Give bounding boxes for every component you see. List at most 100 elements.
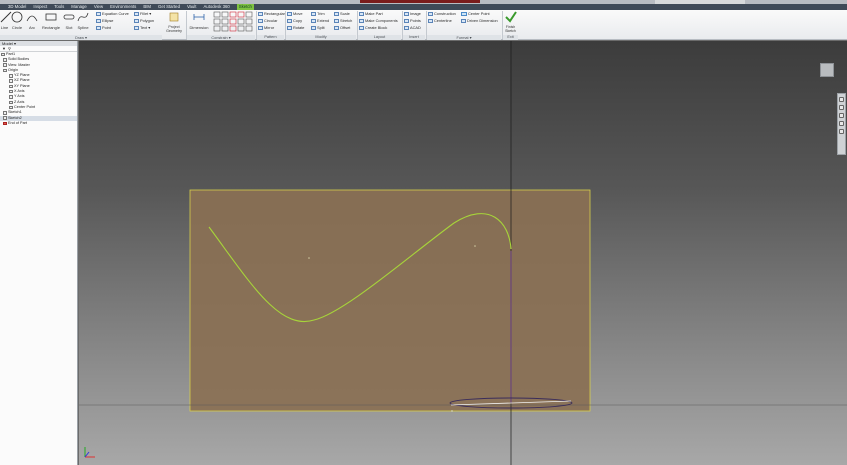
zoom-icon[interactable] [839, 113, 844, 118]
copy-button[interactable]: Copy [287, 18, 302, 23]
scale-button[interactable]: Scale [334, 11, 350, 16]
line-button[interactable]: Line [0, 11, 12, 30]
points-label: Points [410, 18, 421, 23]
filter-icon[interactable]: ▼ [2, 46, 6, 51]
driven-dimension-icon [461, 18, 466, 23]
finish-sketch-button[interactable]: Finish Sketch [503, 11, 518, 33]
axis-icon [9, 89, 13, 94]
acad-label: ACAD [410, 25, 421, 30]
project-geometry-button[interactable]: Project Geometry [163, 11, 185, 33]
driven-dimension-label: Driven Dimension [467, 18, 498, 23]
extend-button[interactable]: Extend [311, 18, 329, 23]
pattern-group: Rectangular Circular Mirror Pattern [257, 10, 285, 40]
construction-icon [428, 11, 433, 16]
stretch-button[interactable]: Stretch [334, 18, 352, 23]
view-icon [3, 63, 7, 67]
look-at-icon[interactable] [839, 129, 844, 134]
scale-label: Scale [340, 11, 350, 16]
plane-icon [9, 84, 13, 89]
polygon-button[interactable]: Polygon [134, 18, 154, 23]
centerline-button[interactable]: Centerline [428, 18, 452, 23]
center-point-button[interactable]: Center Point [461, 11, 490, 16]
extend-label: Extend [317, 18, 330, 23]
create-block-icon [359, 25, 364, 30]
text-button[interactable]: Text ▾ [134, 25, 150, 30]
folder-icon [3, 68, 7, 73]
copy-icon [287, 18, 292, 23]
move-button[interactable]: Move [287, 11, 303, 16]
arc-button[interactable]: Arc [25, 11, 39, 30]
acad-button[interactable]: ACAD [404, 25, 421, 30]
points-icon [404, 18, 409, 23]
circular-pattern-label: Circular [264, 18, 278, 23]
insert-group-label: Insert [403, 35, 425, 40]
make-part-button[interactable]: Make Part [359, 11, 383, 16]
axis-icon [9, 100, 13, 105]
split-label: Split [317, 25, 325, 30]
create-block-button[interactable]: Create Block [359, 25, 387, 30]
equation-curve-button[interactable]: Equation Curve [96, 11, 129, 16]
equation-curve-icon [96, 11, 101, 16]
axis-icon [9, 95, 13, 99]
model-browser: Model ▾ ▼ ⚲ Part1 Solid Bodies View: Mas… [0, 41, 78, 465]
plane-icon [9, 79, 13, 83]
origin-marker: x [451, 408, 453, 413]
ellipse-button[interactable]: Ellipse [96, 18, 113, 23]
trim-button[interactable]: Trim [311, 11, 325, 16]
viewcube-icon[interactable] [820, 63, 834, 77]
steering-wheel-icon[interactable] [839, 97, 844, 102]
rotate-label: Rotate [293, 25, 305, 30]
rectangle-label: Rectangle [41, 25, 60, 30]
make-components-button[interactable]: Make Components [359, 18, 398, 23]
circle-label: Circle [11, 25, 23, 30]
text-icon [134, 25, 139, 30]
slot-icon [63, 14, 75, 20]
text-label: Text ▾ [140, 25, 151, 30]
tree-item-end-of-part[interactable]: End of Part [0, 121, 77, 126]
make-components-icon [359, 18, 364, 23]
circular-pattern-button[interactable]: Circular [258, 18, 277, 23]
orbit-icon[interactable] [839, 121, 844, 126]
graphics-viewport[interactable]: x [79, 41, 847, 465]
dimension-button[interactable]: Dimension [187, 11, 211, 30]
modify-group: Move Trim Scale Copy Extend Stretch Rota… [286, 10, 356, 40]
sketch-plane [189, 189, 591, 412]
rotate-button[interactable]: Rotate [287, 25, 304, 30]
project-geometry-icon [169, 12, 179, 22]
find-icon[interactable]: ⚲ [8, 46, 11, 51]
rectangle-icon [45, 13, 57, 21]
sketch-canvas[interactable]: x [79, 41, 847, 465]
arc-icon [26, 15, 38, 22]
slot-button[interactable]: Slot [63, 11, 75, 30]
trim-label: Trim [317, 11, 325, 16]
centerline-icon [428, 18, 433, 23]
rectangle-button[interactable]: Rectangle [40, 11, 62, 30]
spline-icon [77, 12, 89, 22]
fillet-button[interactable]: Fillet ▾ [134, 11, 151, 16]
spline-label: Spline [77, 25, 89, 30]
construction-label: Construction [434, 11, 456, 16]
mirror-button[interactable]: Mirror [258, 25, 274, 30]
points-button[interactable]: Points [404, 18, 421, 23]
constraint-icons-grid[interactable] [213, 11, 253, 33]
point-button[interactable]: Point [96, 25, 111, 30]
polygon-label: Polygon [140, 18, 155, 23]
scale-icon [334, 11, 339, 16]
rectangular-pattern-icon [258, 11, 263, 16]
pan-icon[interactable] [839, 105, 844, 110]
circle-icon [11, 11, 23, 23]
image-button[interactable]: Image [404, 11, 421, 16]
spline-button[interactable]: Spline [76, 11, 90, 30]
circle-button[interactable]: Circle [9, 11, 25, 30]
construction-button[interactable]: Construction [428, 11, 456, 16]
split-button[interactable]: Split [311, 25, 325, 30]
part-icon [1, 52, 5, 57]
offset-button[interactable]: Offset [334, 25, 350, 30]
move-icon [287, 11, 292, 16]
copy-label: Copy [293, 18, 303, 23]
driven-dimension-button[interactable]: Driven Dimension [461, 18, 498, 23]
insert-group: Image Points ACAD Insert [403, 10, 425, 40]
rectangular-pattern-button[interactable]: Rectangular [258, 11, 285, 16]
point-label: Point [102, 25, 111, 30]
mirror-label: Mirror [264, 25, 275, 30]
